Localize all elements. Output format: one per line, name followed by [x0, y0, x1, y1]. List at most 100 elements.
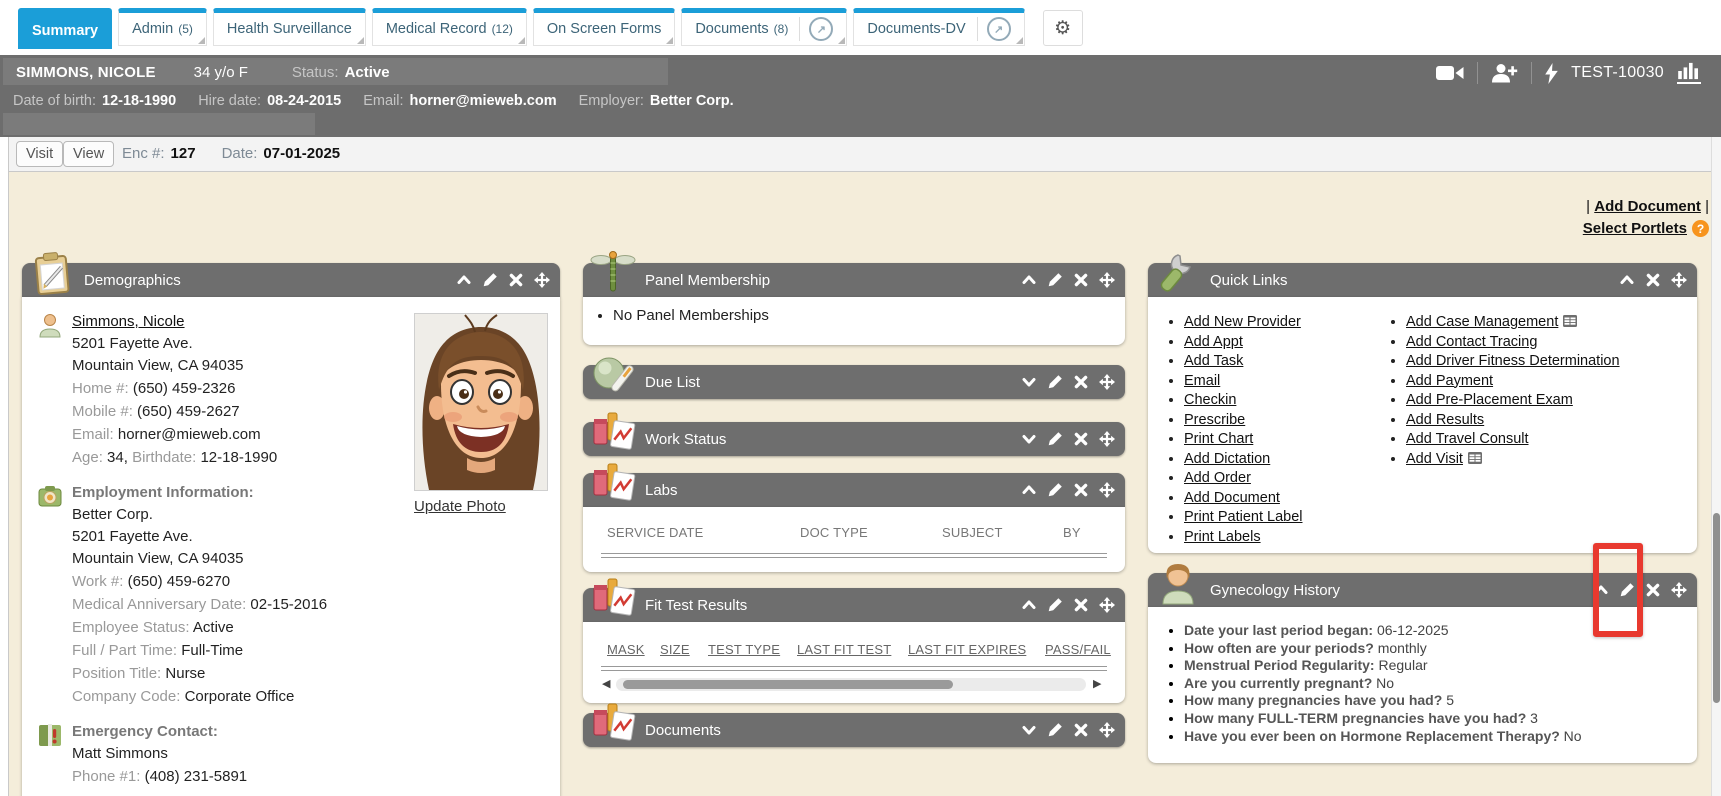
edit-icon[interactable] — [1047, 272, 1063, 288]
quick-link[interactable]: Add Pre-Placement Exam — [1406, 392, 1573, 408]
quick-link[interactable]: Checkin — [1184, 392, 1236, 408]
close-icon[interactable] — [1645, 582, 1661, 598]
quick-link[interactable]: Add Task — [1184, 353, 1243, 369]
collapse-icon[interactable] — [1021, 597, 1037, 613]
tab-summary[interactable]: Summary — [18, 8, 112, 49]
field-label: Email: — [72, 426, 114, 443]
sortable-column-header[interactable]: TEST TYPE — [708, 642, 780, 657]
move-icon[interactable] — [1099, 482, 1115, 498]
field-label: Phone #1: — [72, 768, 140, 785]
quick-link[interactable]: Email — [1184, 373, 1220, 389]
expand-icon[interactable] — [1021, 431, 1037, 447]
move-icon[interactable] — [1099, 431, 1115, 447]
patient-name-link[interactable]: Simmons, Nicole — [72, 313, 185, 330]
sortable-column-header[interactable]: SIZE — [660, 642, 690, 657]
visit-button[interactable]: Visit — [16, 141, 63, 167]
edit-icon[interactable] — [1047, 374, 1063, 390]
vertical-scrollbar[interactable] — [1711, 137, 1721, 796]
move-icon[interactable] — [534, 272, 550, 288]
view-button[interactable]: View — [63, 141, 114, 167]
sortable-column-header[interactable]: LAST FIT TEST — [797, 642, 891, 657]
quick-link[interactable]: Print Chart — [1184, 431, 1253, 447]
move-icon[interactable] — [1099, 374, 1115, 390]
close-icon[interactable] — [1073, 597, 1089, 613]
select-portlets-link[interactable]: Select Portlets — [1583, 220, 1687, 237]
collapse-icon[interactable] — [456, 272, 472, 288]
tab-on-screen-forms[interactable]: On Screen Forms — [533, 8, 675, 46]
bar-chart-icon[interactable] — [1677, 62, 1701, 84]
quick-action-bolt-icon[interactable] — [1545, 63, 1558, 84]
tab-admin[interactable]: Admin(5) — [118, 8, 207, 46]
quick-link[interactable]: Add Visit — [1406, 451, 1463, 467]
close-icon[interactable] — [1073, 482, 1089, 498]
portlet-work-status: Work Status — [583, 422, 1125, 456]
sortable-column-header[interactable]: LAST FIT EXPIRES — [908, 642, 1026, 657]
move-icon[interactable] — [1671, 272, 1687, 288]
close-icon[interactable] — [1073, 722, 1089, 738]
add-person-icon[interactable] — [1491, 63, 1518, 83]
close-icon[interactable] — [1645, 272, 1661, 288]
sortable-column-header[interactable]: PASS/FAIL — [1045, 642, 1111, 657]
horizontal-scrollbar[interactable] — [616, 678, 1086, 691]
open-in-new-window-icon[interactable]: ↗ — [809, 17, 833, 41]
video-call-icon[interactable] — [1436, 64, 1464, 82]
quick-link[interactable]: Prescribe — [1184, 412, 1245, 428]
close-icon[interactable] — [1073, 431, 1089, 447]
close-icon[interactable] — [1073, 374, 1089, 390]
scrollbar-thumb[interactable] — [623, 680, 953, 689]
scroll-left-arrow[interactable]: ◀ — [602, 678, 610, 691]
quick-link[interactable]: Add Dictation — [1184, 451, 1270, 467]
quick-link[interactable]: Print Patient Label — [1184, 509, 1303, 525]
list-item: Date your last period began: 06-12-2025 — [1184, 622, 1697, 640]
scrollbar-thumb[interactable] — [1713, 513, 1720, 703]
quick-links-column-2: Add Case Management Add Contact Tracing … — [1384, 313, 1620, 553]
quick-link[interactable]: Add Driver Fitness Determination — [1406, 353, 1620, 369]
update-photo-link[interactable]: Update Photo — [414, 498, 506, 515]
edit-icon[interactable] — [482, 272, 498, 288]
quick-link[interactable]: Add Case Management — [1406, 314, 1558, 330]
expand-icon[interactable] — [1021, 722, 1037, 738]
list-item: Add Document — [1184, 489, 1384, 509]
field-value: (650) 459-2627 — [137, 403, 240, 420]
quick-link[interactable]: Add Appt — [1184, 334, 1243, 350]
move-icon[interactable] — [1671, 582, 1687, 598]
collapse-icon[interactable] — [1593, 582, 1609, 598]
edit-icon[interactable] — [1047, 482, 1063, 498]
move-icon[interactable] — [1099, 722, 1115, 738]
edit-icon[interactable] — [1047, 597, 1063, 613]
quick-link[interactable]: Add New Provider — [1184, 314, 1301, 330]
list-view-icon[interactable] — [1563, 315, 1577, 327]
quick-link[interactable]: Add Order — [1184, 470, 1251, 486]
quick-link[interactable]: Add Contact Tracing — [1406, 334, 1537, 350]
scroll-right-arrow[interactable]: ▶ — [1093, 678, 1101, 691]
tab-health-surveillance[interactable]: Health Surveillance — [213, 8, 366, 46]
collapse-icon[interactable] — [1021, 482, 1037, 498]
sortable-column-header[interactable]: MASK — [607, 642, 645, 657]
move-icon[interactable] — [1099, 272, 1115, 288]
tab-documents-dv[interactable]: Documents-DV↗ — [853, 8, 1024, 46]
status-label: Status: — [292, 64, 339, 81]
close-icon[interactable] — [508, 272, 524, 288]
quick-link[interactable]: Add Results — [1406, 412, 1484, 428]
tab-medical-record[interactable]: Medical Record(12) — [372, 8, 527, 46]
quick-link[interactable]: Print Labels — [1184, 529, 1261, 545]
tab-settings-button[interactable]: ⚙ — [1043, 10, 1083, 46]
add-document-link[interactable]: Add Document — [1594, 198, 1701, 215]
edit-icon[interactable] — [1047, 431, 1063, 447]
collapse-icon[interactable] — [1021, 272, 1037, 288]
edit-icon[interactable] — [1047, 722, 1063, 738]
edit-icon[interactable] — [1619, 582, 1635, 598]
collapse-icon[interactable] — [1619, 272, 1635, 288]
close-icon[interactable] — [1073, 272, 1089, 288]
quick-link[interactable]: Add Document — [1184, 490, 1280, 506]
open-in-new-window-icon[interactable]: ↗ — [987, 17, 1011, 41]
help-icon[interactable]: ? — [1692, 220, 1709, 237]
list-view-icon[interactable] — [1468, 452, 1482, 464]
emergency-name: Matt Simmons — [72, 743, 422, 765]
move-icon[interactable] — [1099, 597, 1115, 613]
expand-icon[interactable] — [1021, 374, 1037, 390]
fit-test-body: MASK SIZE TEST TYPE LAST FIT TEST LAST F… — [583, 622, 1125, 703]
tab-documents[interactable]: Documents(8)↗ — [681, 8, 847, 46]
quick-link[interactable]: Add Payment — [1406, 373, 1493, 389]
quick-link[interactable]: Add Travel Consult — [1406, 431, 1529, 447]
